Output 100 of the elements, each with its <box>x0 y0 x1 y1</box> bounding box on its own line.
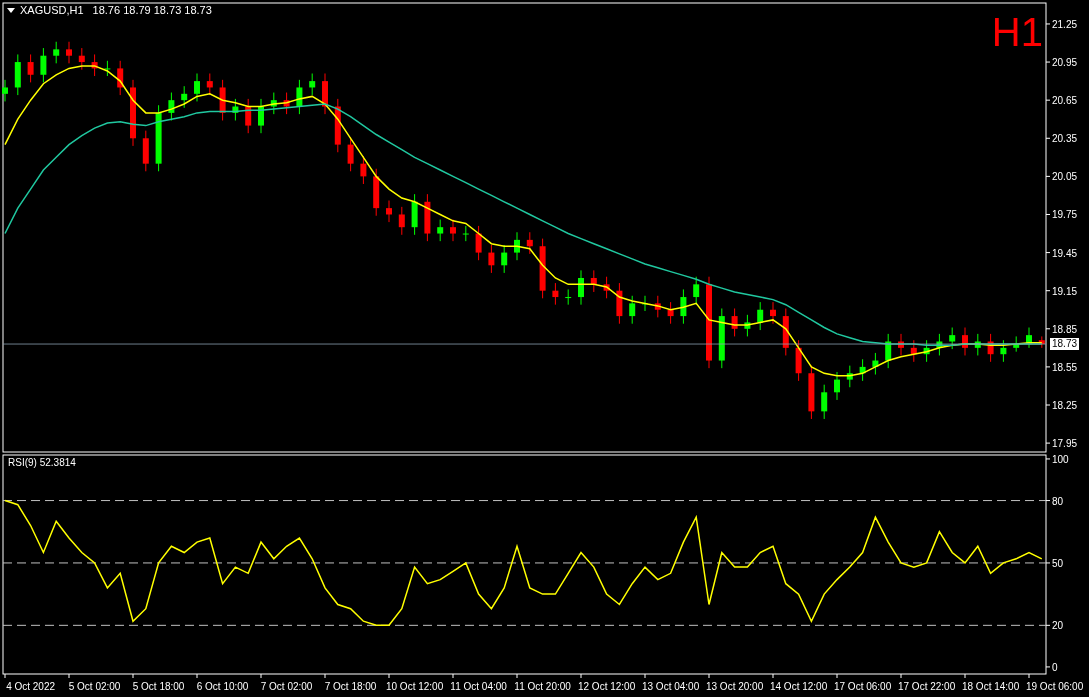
candlestick <box>130 79 136 147</box>
candlestick <box>693 276 700 306</box>
price-tick-label: 18.25 <box>1052 400 1078 411</box>
time-tick-label: 7 Oct 02:00 <box>260 681 313 692</box>
candlestick <box>462 225 469 242</box>
candlestick <box>424 193 431 242</box>
candlestick <box>565 288 572 306</box>
candlestick <box>629 295 636 325</box>
time-tick-label: 19 Oct 06:00 <box>1025 681 1084 692</box>
time-tick-label: 11 Oct 20:00 <box>514 681 571 692</box>
time-tick-label: 18 Oct 14:00 <box>961 681 1020 692</box>
candlestick <box>923 339 930 363</box>
candlestick <box>872 352 879 375</box>
price-tick-label: 18.85 <box>1052 323 1078 335</box>
candlestick <box>27 53 34 83</box>
candlestick <box>936 333 943 356</box>
candlestick <box>14 53 21 96</box>
price-tick-label: 19.15 <box>1052 285 1078 297</box>
time-tick-label: 5 Oct 18:00 <box>132 681 185 692</box>
time-tick-label: 12 Oct 12:00 <box>577 681 636 692</box>
candlestick <box>1038 335 1045 349</box>
candlestick <box>78 47 85 71</box>
price-tick-label: 18.55 <box>1052 361 1078 373</box>
price-tick-label: 20.95 <box>1052 57 1078 69</box>
candlestick <box>91 53 98 77</box>
candlestick <box>667 301 674 325</box>
time-tick-label: 14 Oct 12:00 <box>769 681 828 692</box>
candlestick <box>373 168 380 217</box>
candlestick <box>603 276 610 299</box>
rsi-tick-label: 100 <box>1052 453 1069 465</box>
candlestick <box>782 307 789 356</box>
candlestick <box>322 73 328 115</box>
candlestick <box>514 231 520 261</box>
candlestick <box>155 104 162 172</box>
current-price-label: 18.73 <box>1050 338 1080 351</box>
candlestick <box>859 358 866 382</box>
candlestick <box>258 98 264 134</box>
candlestick <box>501 244 508 274</box>
time-tick-label: 17 Oct 22:00 <box>897 681 956 692</box>
price-tick-label: 20.35 <box>1052 133 1078 145</box>
candlestick <box>731 307 738 337</box>
candlestick <box>245 98 252 134</box>
candlestick <box>194 73 200 102</box>
candlestick <box>770 301 776 325</box>
candlestick <box>2 79 8 102</box>
ohlc-values: 18.76 18.79 18.73 18.73 <box>92 5 212 16</box>
candlestick <box>181 85 188 109</box>
candlestick <box>987 333 994 363</box>
candlestick <box>821 384 828 420</box>
candlestick <box>539 238 546 299</box>
candlestick <box>450 219 456 242</box>
price-tick-label: 17.95 <box>1052 438 1078 450</box>
candlestick <box>590 269 597 293</box>
candlestick <box>398 206 405 236</box>
candlestick <box>974 333 981 356</box>
candlestick <box>834 371 840 401</box>
candlestick <box>488 244 495 274</box>
candlestick <box>40 47 47 83</box>
price-tick-label: 20.65 <box>1052 95 1078 107</box>
indicator-label: RSI(9) 52.3814 <box>8 458 76 468</box>
candlestick <box>437 219 444 242</box>
candlestick <box>1026 327 1032 349</box>
price-tick-label: 19.45 <box>1052 247 1078 259</box>
price-tick-label: 20.05 <box>1052 171 1078 183</box>
time-tick-label: 6 Oct 10:00 <box>196 681 249 692</box>
candlestick <box>53 41 60 64</box>
candlestick <box>270 92 277 115</box>
candlestick <box>206 73 213 96</box>
candlestick <box>411 193 418 236</box>
candlestick <box>347 136 354 172</box>
time-tick-label: 11 Oct 04:00 <box>450 681 507 692</box>
candlestick <box>168 92 175 121</box>
candlestick <box>296 79 303 115</box>
candlestick <box>142 130 149 172</box>
dropdown-icon[interactable] <box>7 8 15 13</box>
time-tick-label: 10 Oct 12:00 <box>385 681 444 692</box>
candlestick <box>757 301 764 331</box>
rsi-tick-label: 80 <box>1052 495 1064 507</box>
candlestick <box>846 365 853 388</box>
price-tick-label: 21.25 <box>1052 18 1078 30</box>
time-tick-label: 5 Oct 02:00 <box>68 681 121 692</box>
price-tick-label: 19.75 <box>1052 209 1078 221</box>
candlestick <box>898 333 904 356</box>
candlestick <box>578 269 584 306</box>
candlestick <box>334 98 341 153</box>
candlestick <box>475 225 482 261</box>
candlestick <box>219 79 226 121</box>
symbol-label: XAGUSD,H1 <box>20 5 84 16</box>
candlestick <box>386 200 392 223</box>
candlestick <box>949 327 956 350</box>
time-tick-label: 4 Oct 2022 <box>6 681 56 692</box>
candlestick <box>962 327 968 356</box>
candlestick <box>232 98 239 121</box>
rsi-tick-label: 20 <box>1052 620 1064 632</box>
candlestick <box>552 282 559 306</box>
candlestick <box>1000 339 1007 363</box>
candlestick <box>526 231 533 255</box>
candlestick <box>309 73 316 96</box>
rsi-tick-label: 0 <box>1052 661 1058 673</box>
candlestick <box>66 41 72 64</box>
